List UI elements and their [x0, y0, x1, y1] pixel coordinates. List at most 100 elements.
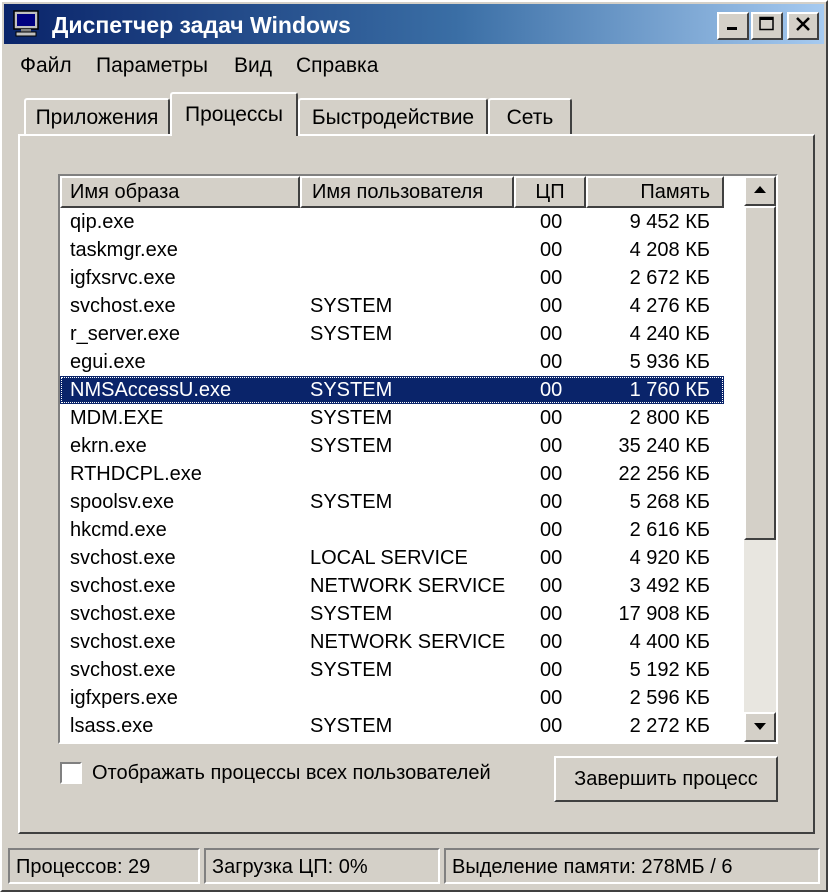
- maximize-button[interactable]: [751, 12, 783, 40]
- cell-user-name: SYSTEM: [310, 491, 393, 513]
- cell-image-name: ekrn.exe: [70, 435, 147, 457]
- cell-user-name: NETWORK SERVICE: [310, 575, 506, 597]
- cell-cpu: 00: [540, 715, 563, 737]
- cell-memory: 4 920 КБ: [629, 547, 710, 569]
- table-row[interactable]: RTHDCPL.exe 00 22 256 КБ: [60, 460, 724, 488]
- cell-user-name: SYSTEM: [310, 715, 393, 737]
- cell-image-name: hkcmd.exe: [70, 519, 167, 541]
- cell-user-name: LOCAL SERVICE: [310, 547, 468, 569]
- monitor-icon: [12, 10, 42, 38]
- status-processes-text: Процессов: 29: [16, 856, 151, 878]
- process-list[interactable]: Имя образа Имя пользователя ЦП Память qi…: [58, 174, 778, 744]
- column-header-image-name[interactable]: Имя образа: [60, 176, 300, 208]
- cell-cpu: 00: [540, 659, 563, 681]
- menu-options[interactable]: Параметры: [96, 54, 208, 78]
- menu-help[interactable]: Справка: [296, 54, 378, 78]
- show-all-users-label[interactable]: Отображать процессы всех пользователей: [92, 762, 491, 785]
- show-all-users-checkbox[interactable]: [60, 762, 82, 784]
- table-row[interactable]: igfxpers.exe 00 2 596 КБ: [60, 684, 724, 712]
- cell-image-name: igfxsrvc.exe: [70, 267, 176, 289]
- table-row[interactable]: ekrn.exe SYSTEM 00 35 240 КБ: [60, 432, 724, 460]
- end-process-button[interactable]: Завершить процесс: [554, 756, 778, 802]
- cell-cpu: 00: [540, 323, 563, 345]
- status-memory: Выделение памяти: 278МБ / 6: [444, 848, 820, 884]
- menu-file[interactable]: Файл: [20, 54, 72, 78]
- cell-user-name: SYSTEM: [310, 295, 393, 317]
- list-rows: qip.exe 00 9 452 КБ taskmgr.exe 00 4 208 КБ ig…: [60, 208, 744, 740]
- cell-image-name: NMSAccessU.exe: [70, 379, 232, 401]
- menu-view[interactable]: Вид: [234, 54, 272, 78]
- tab-label: Сеть: [506, 106, 554, 129]
- tab-processes[interactable]: Процессы: [170, 92, 298, 136]
- cell-cpu: 00: [540, 379, 563, 401]
- scroll-up-button[interactable]: [744, 176, 776, 206]
- cell-memory: 3 492 КБ: [629, 575, 710, 597]
- table-row[interactable]: spoolsv.exe SYSTEM 00 5 268 КБ: [60, 488, 724, 516]
- cell-memory: 2 616 КБ: [629, 519, 710, 541]
- cell-image-name: svchost.exe: [70, 547, 176, 569]
- cell-memory: 4 276 КБ: [629, 295, 710, 317]
- scroll-thumb[interactable]: [744, 206, 776, 540]
- cell-user-name: SYSTEM: [310, 603, 393, 625]
- cell-cpu: 00: [540, 267, 563, 289]
- cell-cpu: 00: [540, 519, 563, 541]
- column-header-memory[interactable]: Память: [586, 176, 724, 208]
- title-bar[interactable]: Диспетчер задач Windows: [4, 4, 824, 44]
- table-row[interactable]: NMSAccessU.exe SYSTEM 00 1 760 КБ: [60, 376, 724, 404]
- column-header-user-name[interactable]: Имя пользователя: [300, 176, 514, 208]
- table-row[interactable]: taskmgr.exe 00 4 208 КБ: [60, 236, 724, 264]
- close-icon: [795, 16, 811, 37]
- table-row[interactable]: svchost.exe SYSTEM 00 4 276 КБ: [60, 292, 724, 320]
- scroll-down-button[interactable]: [744, 712, 776, 742]
- cell-image-name: lsass.exe: [70, 715, 154, 737]
- minimize-button[interactable]: [717, 12, 749, 40]
- tab-performance[interactable]: Быстродействие: [298, 98, 488, 136]
- task-manager-window: Диспетчер задач Windows Файл Параметры В…: [0, 0, 828, 892]
- cell-image-name: svchost.exe: [70, 295, 176, 317]
- arrow-up-icon: [753, 182, 767, 200]
- cell-memory: 4 240 КБ: [629, 323, 710, 345]
- cell-image-name: RTHDCPL.exe: [70, 463, 202, 485]
- table-row[interactable]: svchost.exe NETWORK SERVICE 00 4 400 КБ: [60, 628, 724, 656]
- status-memory-text: Выделение памяти: 278МБ / 6: [452, 856, 733, 878]
- cell-image-name: spoolsv.exe: [70, 491, 175, 513]
- cell-memory: 5 268 КБ: [629, 491, 710, 513]
- tab-network[interactable]: Сеть: [488, 98, 572, 136]
- end-process-label: Завершить процесс: [574, 767, 758, 790]
- cell-cpu: 00: [540, 603, 563, 625]
- table-row[interactable]: svchost.exe SYSTEM 00 17 908 КБ: [60, 600, 724, 628]
- cell-memory: 2 596 КБ: [629, 687, 710, 709]
- cell-image-name: taskmgr.exe: [70, 239, 178, 261]
- list-header: Имя образа Имя пользователя ЦП Память: [60, 176, 744, 208]
- window-title: Диспетчер задач Windows: [52, 12, 351, 38]
- table-row[interactable]: svchost.exe SYSTEM 00 5 192 КБ: [60, 656, 724, 684]
- vertical-scrollbar[interactable]: [744, 176, 776, 742]
- cell-cpu: 00: [540, 211, 563, 233]
- table-row[interactable]: igfxsrvc.exe 00 2 672 КБ: [60, 264, 724, 292]
- close-button[interactable]: [787, 12, 819, 40]
- table-row[interactable]: r_server.exe SYSTEM 00 4 240 КБ: [60, 320, 724, 348]
- status-cpu: Загрузка ЦП: 0%: [204, 848, 440, 884]
- tab-applications[interactable]: Приложения: [24, 98, 170, 136]
- menu-bar: Файл Параметры Вид Справка: [10, 50, 820, 84]
- table-row[interactable]: hkcmd.exe 00 2 616 КБ: [60, 516, 724, 544]
- table-row[interactable]: qip.exe 00 9 452 КБ: [60, 208, 724, 236]
- cell-image-name: MDM.EXE: [70, 407, 164, 429]
- status-cpu-text: Загрузка ЦП: 0%: [212, 856, 368, 878]
- cell-memory: 35 240 КБ: [618, 435, 710, 457]
- column-header-cpu[interactable]: ЦП: [514, 176, 586, 208]
- table-row[interactable]: svchost.exe LOCAL SERVICE 00 4 920 КБ: [60, 544, 724, 572]
- table-row[interactable]: MDM.EXE SYSTEM 00 2 800 КБ: [60, 404, 724, 432]
- cell-memory: 17 908 КБ: [618, 603, 710, 625]
- cell-cpu: 00: [540, 575, 563, 597]
- cell-user-name: SYSTEM: [310, 379, 393, 401]
- cell-memory: 2 672 КБ: [629, 267, 710, 289]
- cell-user-name: SYSTEM: [310, 435, 393, 457]
- table-row[interactable]: egui.exe 00 5 936 КБ: [60, 348, 724, 376]
- cell-user-name: SYSTEM: [310, 659, 393, 681]
- table-row[interactable]: lsass.exe SYSTEM 00 2 272 КБ: [60, 712, 724, 740]
- table-row[interactable]: svchost.exe NETWORK SERVICE 00 3 492 КБ: [60, 572, 724, 600]
- cell-image-name: svchost.exe: [70, 603, 176, 625]
- tab-label: Приложения: [35, 106, 159, 129]
- minimize-icon: [725, 16, 741, 37]
